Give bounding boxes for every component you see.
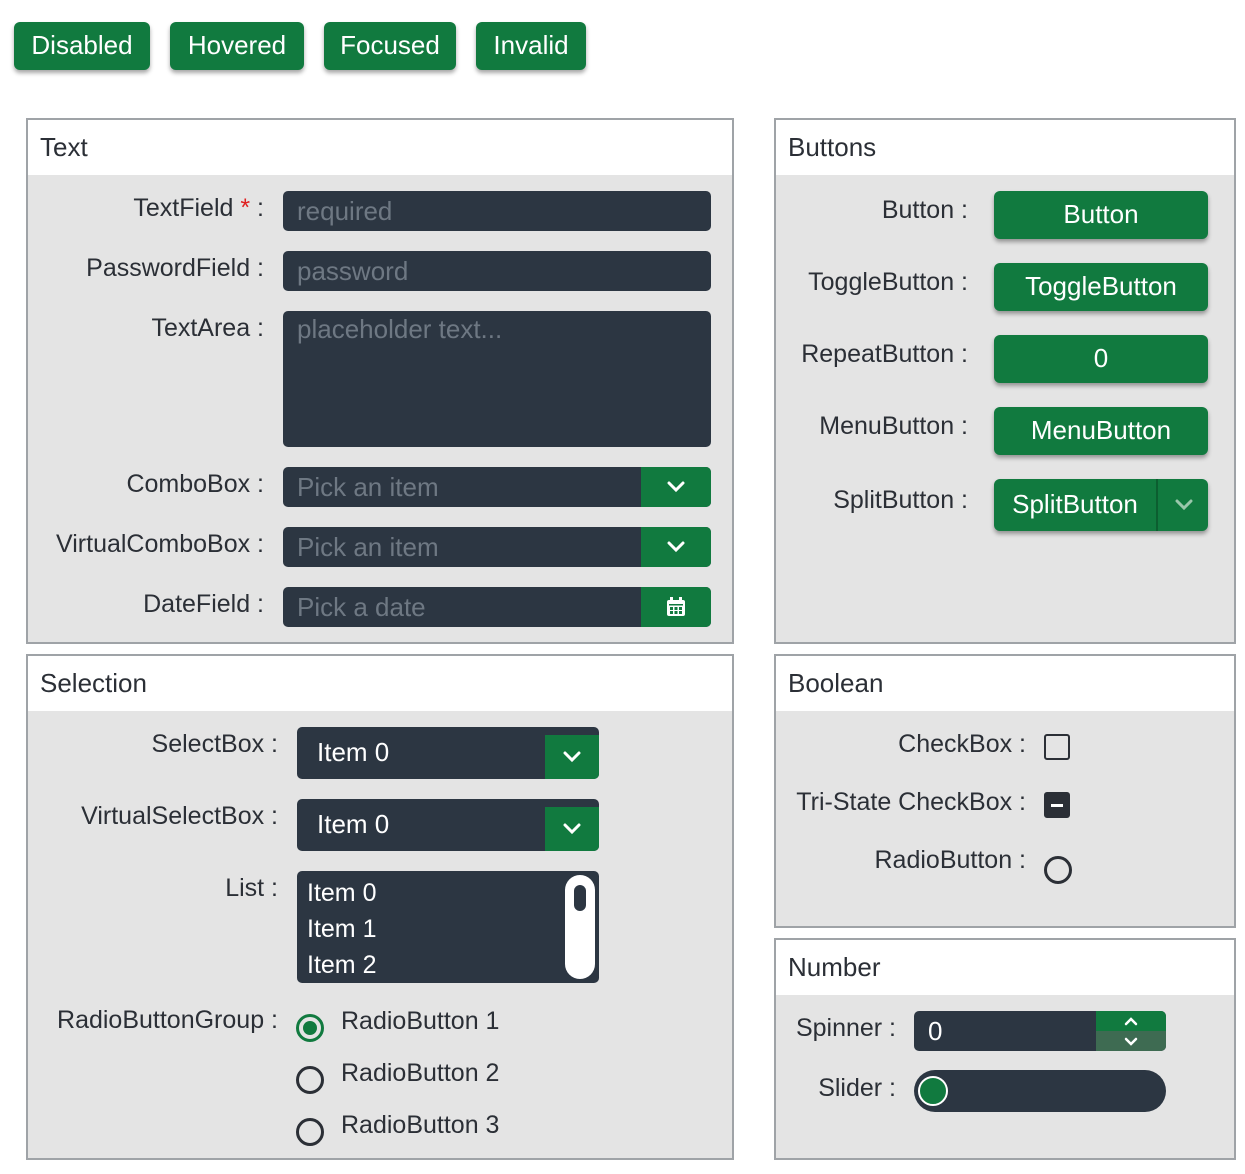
hovered-state-button[interactable]: Hovered: [170, 22, 304, 70]
spinner-increment-button[interactable]: [1096, 1011, 1166, 1031]
datefield[interactable]: Pick a date: [283, 587, 711, 627]
split-button: SplitButton: [994, 479, 1208, 531]
checkbox[interactable]: [1044, 734, 1070, 760]
boolean-panel-title: Boolean: [776, 656, 1234, 711]
number-panel-title: Number: [776, 940, 1234, 995]
selectbox-value: Item 0: [317, 737, 390, 767]
boolean-panel: Boolean CheckBox : Tri-State CheckBox : …: [774, 654, 1236, 928]
passwordfield-label: PasswordField :: [86, 254, 264, 282]
buttons-panel-title: Buttons: [776, 120, 1234, 175]
radiobutton-label: RadioButton :: [874, 846, 1027, 874]
virtual-combobox[interactable]: Pick an item: [283, 527, 711, 567]
chevron-up-icon: [1124, 1016, 1138, 1025]
radio-button-3-label[interactable]: RadioButton 3: [341, 1111, 499, 1140]
repeat-button[interactable]: 0: [994, 335, 1208, 383]
text-panel-title: Text: [28, 120, 732, 175]
spinner-label: Spinner :: [795, 1014, 896, 1042]
list-scrollbar-thumb[interactable]: [574, 885, 586, 911]
split-button-main[interactable]: SplitButton: [994, 479, 1158, 531]
list-label: List :: [225, 874, 278, 902]
calendar-icon: [667, 597, 685, 616]
disabled-state-button[interactable]: Disabled: [14, 22, 150, 70]
spinner-decrement-button[interactable]: [1096, 1031, 1166, 1051]
chevron-down-icon: [667, 541, 685, 553]
passwordfield-input[interactable]: password: [283, 251, 711, 291]
toggle-button[interactable]: ToggleButton: [994, 263, 1208, 311]
tristate-checkbox-label: Tri-State CheckBox :: [796, 788, 1026, 816]
radio-button-3[interactable]: [296, 1118, 324, 1146]
split-button-arrow[interactable]: [1160, 479, 1208, 531]
radio-button-group-label: RadioButtonGroup :: [57, 1006, 278, 1034]
required-marker: *: [240, 194, 251, 222]
selection-panel-title: Selection: [28, 656, 732, 711]
datefield-placeholder: Pick a date: [297, 592, 426, 622]
datefield-calendar-button[interactable]: [641, 587, 711, 627]
spinner[interactable]: 0: [914, 1011, 1166, 1051]
chevron-down-icon: [667, 481, 685, 493]
combobox-toggle-button[interactable]: [641, 467, 711, 507]
virtual-combobox-label: VirtualComboBox :: [56, 530, 264, 558]
slider-track[interactable]: [914, 1070, 1166, 1112]
textfield-input[interactable]: required: [283, 191, 711, 231]
repeatbutton-label: RepeatButton :: [801, 340, 968, 368]
menubutton-label: MenuButton :: [819, 412, 968, 440]
radio-button-2-label[interactable]: RadioButton 2: [341, 1059, 499, 1088]
textarea-label: TextArea :: [151, 314, 264, 342]
list-item[interactable]: Item 0: [307, 873, 376, 913]
radio-button-1-label[interactable]: RadioButton 1: [341, 1007, 499, 1036]
list: Item 0 Item 1 Item 2: [297, 871, 599, 983]
togglebutton-label: ToggleButton :: [808, 268, 968, 296]
button-label: Button :: [881, 196, 968, 224]
spinner-value: 0: [928, 1016, 943, 1046]
virtual-combobox-placeholder: Pick an item: [297, 532, 439, 562]
chevron-down-icon: [1175, 499, 1193, 511]
list-item[interactable]: Item 2: [307, 945, 376, 983]
virtual-selectbox-toggle-button[interactable]: [545, 807, 599, 851]
buttons-panel: Buttons Button : Button ToggleButton : T…: [774, 118, 1236, 644]
chevron-down-icon: [563, 823, 581, 835]
list-item[interactable]: Item 1: [307, 909, 376, 949]
textfield-label: TextField * :: [133, 194, 264, 223]
text-panel: Text TextField * : required PasswordFiel…: [26, 118, 734, 644]
radiobutton[interactable]: [1044, 856, 1072, 884]
focused-state-button[interactable]: Focused: [324, 22, 456, 70]
splitbutton-label: SplitButton :: [833, 486, 968, 514]
virtual-combobox-toggle-button[interactable]: [641, 527, 711, 567]
datefield-label: DateField :: [143, 590, 264, 618]
selectbox-toggle-button[interactable]: [545, 735, 599, 779]
combobox-placeholder: Pick an item: [297, 472, 439, 502]
menu-button[interactable]: MenuButton: [994, 407, 1208, 455]
textarea-input[interactable]: placeholder text...: [283, 311, 711, 447]
combobox-label: ComboBox :: [126, 470, 264, 498]
combobox[interactable]: Pick an item: [283, 467, 711, 507]
slider-label: Slider :: [818, 1074, 896, 1102]
invalid-state-button[interactable]: Invalid: [476, 22, 586, 70]
button[interactable]: Button: [994, 191, 1208, 239]
selectbox[interactable]: Item 0: [297, 727, 599, 779]
virtual-selectbox-label: VirtualSelectBox :: [81, 802, 278, 830]
checkbox-label: CheckBox :: [898, 730, 1026, 758]
radio-button-2[interactable]: [296, 1066, 324, 1094]
tristate-checkbox[interactable]: [1044, 792, 1070, 818]
virtual-selectbox-value: Item 0: [317, 809, 390, 839]
textfield-label-text: TextField: [133, 194, 234, 222]
list-scrollbar[interactable]: [565, 875, 595, 979]
selection-panel: Selection SelectBox : Item 0 VirtualSele…: [26, 654, 734, 1160]
chevron-down-icon: [563, 751, 581, 763]
selectbox-label: SelectBox :: [151, 730, 278, 758]
textfield-label-suffix: :: [250, 194, 264, 222]
virtual-selectbox[interactable]: Item 0: [297, 799, 599, 851]
slider-thumb[interactable]: [918, 1076, 948, 1106]
number-panel: Number Spinner : 0 Slider :: [774, 938, 1236, 1160]
radio-button-1[interactable]: [296, 1014, 324, 1042]
chevron-down-icon: [1124, 1037, 1138, 1046]
